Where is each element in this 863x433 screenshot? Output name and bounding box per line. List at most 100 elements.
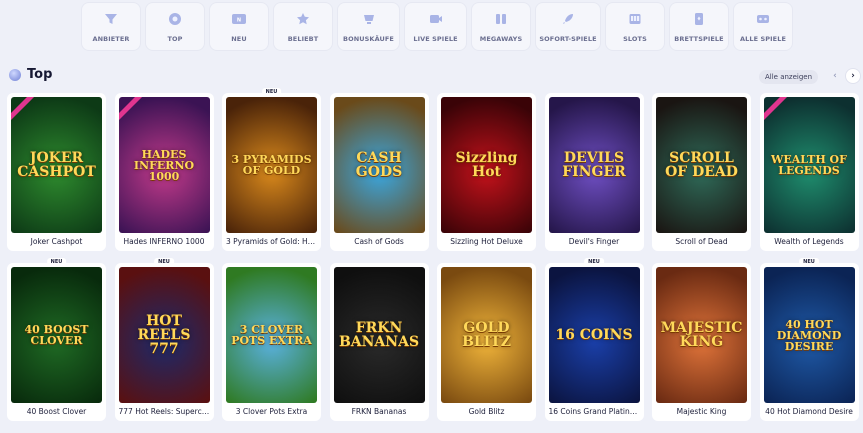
new-badge: NEU bbox=[584, 258, 604, 266]
carousel-prev-button[interactable]: ‹ bbox=[828, 69, 842, 83]
category-label: MEGAWAYS bbox=[479, 35, 523, 43]
game-thumbnail[interactable]: HADES INFERNO 1000 bbox=[118, 97, 210, 233]
game-card[interactable]: NEU 3 PYRAMIDS OF GOLD 3 Pyramids of Gold:… bbox=[222, 88, 321, 251]
game-logo-art: JOKER CASHPOT bbox=[17, 150, 96, 180]
category-live-spiele[interactable]: LIVE SPIELE bbox=[405, 3, 466, 50]
section-header: Top bbox=[9, 67, 52, 82]
category-sofort-spiele[interactable]: SOFORT-SPIELE bbox=[536, 3, 600, 50]
game-card[interactable]: NEU 40 HOT DIAMOND DESIRE 40 Hot Diamond D… bbox=[759, 258, 859, 421]
new-badge: NEU bbox=[799, 258, 819, 266]
game-title: 777 Hot Reels: Superch… bbox=[118, 407, 210, 416]
playing-card-icon bbox=[691, 11, 707, 27]
category-label: ANBIETER bbox=[92, 35, 130, 43]
game-logo-art: WEALTH OF LEGENDS bbox=[771, 153, 847, 177]
game-logo-art: SCROLL OF DEAD bbox=[665, 150, 738, 180]
game-card[interactable]: MAJESTIC KING Majestic King bbox=[652, 263, 751, 421]
game-thumbnail[interactable]: 3 PYRAMIDS OF GOLD bbox=[226, 97, 317, 233]
section-icon bbox=[9, 68, 21, 81]
category-label: BONUSKÄUFE bbox=[343, 35, 394, 43]
game-card[interactable]: HADES INFERNO 1000 Hades INFERNO 1000 bbox=[114, 93, 214, 251]
game-card[interactable]: SCROLL OF DEAD Scroll of Dead bbox=[652, 93, 751, 251]
game-thumbnail[interactable]: 40 BOOST CLOVER bbox=[11, 267, 102, 403]
game-logo-art: 16 COINS bbox=[555, 327, 633, 343]
category-label: ALLE SPIELE bbox=[739, 35, 786, 43]
game-card[interactable]: 3 CLOVER POTS EXTRA 3 Clover Pots Extra bbox=[222, 263, 321, 421]
game-card[interactable]: FRKN BANANAS FRKN Bananas bbox=[329, 263, 429, 421]
category-beliebt[interactable]: BELIEBT bbox=[274, 3, 332, 50]
game-title: Sizzling Hot Deluxe bbox=[450, 237, 523, 246]
section-title: Top bbox=[27, 67, 53, 82]
game-thumbnail[interactable]: JOKER CASHPOT bbox=[11, 97, 102, 233]
svg-text:N: N bbox=[237, 18, 241, 24]
game-title: 3 Clover Pots Extra bbox=[235, 407, 308, 416]
game-title: 40 Boost Clover bbox=[26, 407, 87, 416]
funnel-icon bbox=[103, 11, 119, 27]
game-title: 40 Hot Diamond Desire bbox=[765, 407, 853, 416]
game-card[interactable]: GOLD BLITZ Gold Blitz bbox=[437, 263, 536, 421]
star-icon bbox=[295, 11, 311, 27]
game-grid: JOKER CASHPOT Joker Cashpot HADES INFERNO … bbox=[7, 88, 859, 421]
game-thumbnail[interactable]: WEALTH OF LEGENDS bbox=[763, 97, 855, 233]
new-badge: NEU bbox=[154, 258, 174, 266]
game-thumbnail[interactable]: CASH GODS bbox=[333, 97, 425, 233]
chevron-right-icon: › bbox=[851, 71, 855, 81]
game-thumbnail[interactable]: GOLD BLITZ bbox=[441, 267, 532, 403]
video-camera-icon bbox=[428, 11, 444, 27]
category-alle-spiele[interactable]: ALLE SPIELE bbox=[734, 3, 792, 50]
exclusive-ribbon bbox=[763, 97, 794, 127]
exclusive-ribbon bbox=[118, 97, 149, 127]
game-logo-art: GOLD BLITZ bbox=[462, 320, 511, 350]
game-thumbnail[interactable]: MAJESTIC KING bbox=[656, 267, 747, 403]
game-title: FRKN Bananas bbox=[351, 407, 407, 416]
new-badge-icon: N bbox=[231, 11, 247, 27]
category-label: SOFORT-SPIELE bbox=[539, 35, 597, 43]
category-slots[interactable]: SLOTS bbox=[606, 3, 664, 50]
category-label: LIVE SPIELE bbox=[413, 35, 458, 43]
game-logo-art: MAJESTIC KING bbox=[660, 320, 743, 350]
game-title: Scroll of Dead bbox=[675, 237, 728, 246]
new-badge: NEU bbox=[261, 88, 282, 96]
game-title: Joker Cashpot bbox=[30, 237, 83, 246]
category-neu[interactable]: N NEU bbox=[210, 3, 268, 50]
game-logo-art: DEVILS FINGER bbox=[562, 150, 626, 180]
game-thumbnail[interactable]: 16 COINS bbox=[548, 267, 640, 403]
game-thumbnail[interactable]: HOT REELS 777 bbox=[118, 267, 210, 403]
game-title: 3 Pyramids of Gold: Hol… bbox=[226, 237, 317, 246]
category-top[interactable]: TOP bbox=[146, 3, 204, 50]
game-thumbnail[interactable]: DEVILS FINGER bbox=[548, 97, 640, 233]
game-thumbnail[interactable]: 3 CLOVER POTS EXTRA bbox=[226, 267, 317, 403]
game-thumbnail[interactable]: FRKN BANANAS bbox=[333, 267, 425, 403]
game-logo-art: CASH GODS bbox=[355, 150, 403, 180]
game-card[interactable]: WEALTH OF LEGENDS Wealth of Legends bbox=[759, 93, 859, 251]
category-label: SLOTS bbox=[623, 35, 647, 43]
game-thumbnail[interactable]: Sizzling Hot bbox=[441, 97, 532, 233]
game-card[interactable]: NEU 40 BOOST CLOVER 40 Boost Clover bbox=[7, 258, 106, 421]
game-logo-art: 40 HOT DIAMOND DESIRE bbox=[776, 317, 842, 353]
game-thumbnail[interactable]: 40 HOT DIAMOND DESIRE bbox=[763, 267, 855, 403]
game-title: Hades INFERNO 1000 bbox=[123, 237, 205, 246]
game-title: Cash of Gods bbox=[354, 237, 404, 246]
game-card[interactable]: DEVILS FINGER Devil's Finger bbox=[544, 93, 644, 251]
category-megaways[interactable]: MEGAWAYS bbox=[472, 3, 530, 50]
category-anbieter[interactable]: ANBIETER bbox=[82, 3, 140, 50]
game-logo-art: 3 CLOVER POTS EXTRA bbox=[231, 323, 312, 347]
game-title: Devil's Finger bbox=[568, 237, 620, 246]
game-card[interactable]: JOKER CASHPOT Joker Cashpot bbox=[7, 93, 106, 251]
carousel-next-button[interactable]: › bbox=[846, 69, 860, 83]
see-all-button[interactable]: Alle anzeigen bbox=[759, 70, 819, 84]
game-card[interactable]: NEU HOT REELS 777 777 Hot Reels: Superch… bbox=[114, 258, 214, 421]
slot-machine-icon bbox=[627, 11, 643, 27]
category-brettspiele[interactable]: BRETTSPIELE bbox=[670, 3, 728, 50]
category-label: BRETTSPIELE bbox=[674, 35, 724, 43]
all-games-icon bbox=[755, 11, 771, 27]
category-label: BELIEBT bbox=[287, 35, 319, 43]
game-thumbnail[interactable]: SCROLL OF DEAD bbox=[656, 97, 747, 233]
game-card[interactable]: CASH GODS Cash of Gods bbox=[329, 93, 429, 251]
new-badge: NEU bbox=[46, 258, 67, 266]
game-card[interactable]: Sizzling Hot Sizzling Hot Deluxe bbox=[437, 93, 536, 251]
game-logo-art: 3 PYRAMIDS OF GOLD bbox=[231, 153, 312, 177]
game-logo-art: FRKN BANANAS bbox=[338, 320, 420, 350]
game-title: Gold Blitz bbox=[468, 407, 505, 416]
category-bonuskäufe[interactable]: BONUSKÄUFE bbox=[338, 3, 399, 50]
game-card[interactable]: NEU 16 COINS 16 Coins Grand Platinu… bbox=[544, 258, 644, 421]
